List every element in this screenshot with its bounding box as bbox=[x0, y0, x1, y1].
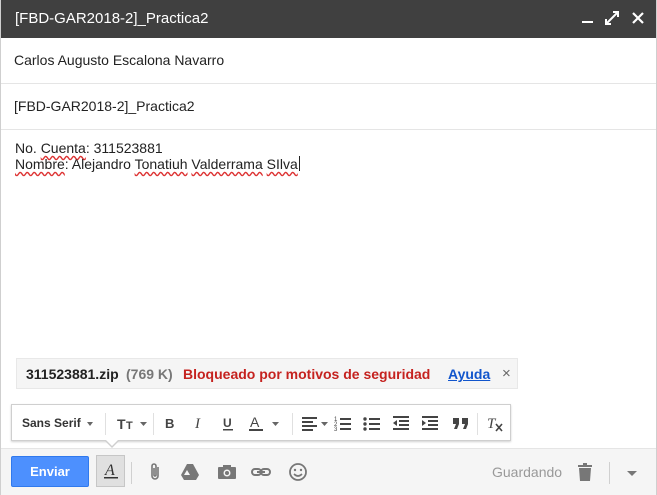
formatting-toolbar: Sans Serif TT B I U A 123 T bbox=[11, 404, 511, 441]
svg-text:A: A bbox=[250, 414, 260, 430]
more-options-icon[interactable] bbox=[625, 462, 639, 482]
spellcheck-word: Cuenta bbox=[40, 140, 86, 156]
text-color-icon[interactable]: A bbox=[248, 413, 280, 433]
subject-field[interactable]: [FBD-GAR2018-2]_Practica2 bbox=[1, 84, 656, 130]
attachment-filename: 311523881.zip bbox=[26, 366, 119, 382]
svg-text:T: T bbox=[126, 420, 133, 432]
title-bar: [FBD-GAR2018-2]_Practica2 bbox=[1, 0, 656, 38]
help-link[interactable]: Ayuda bbox=[448, 366, 490, 382]
spellcheck-word: Valderrama bbox=[191, 156, 263, 172]
align-icon[interactable] bbox=[301, 413, 329, 433]
bold-icon[interactable]: B bbox=[162, 413, 178, 433]
svg-text:T: T bbox=[117, 416, 126, 432]
numbered-list-icon[interactable]: 123 bbox=[334, 413, 352, 433]
bottom-bar: Enviar A Guardando bbox=[1, 448, 656, 495]
svg-text:T: T bbox=[487, 416, 497, 432]
font-family-select[interactable]: Sans Serif bbox=[22, 416, 94, 430]
svg-text:U: U bbox=[223, 416, 232, 430]
spellcheck-word: Nombre bbox=[15, 156, 65, 172]
attachment-blocked-status: Bloqueado por motivos de seguridad bbox=[183, 366, 431, 382]
saving-status: Guardando bbox=[492, 464, 563, 480]
font-size-icon[interactable]: TT bbox=[116, 413, 148, 433]
attachment-chip: 311523881.zip (769 K) Bloqueado por moti… bbox=[16, 358, 518, 389]
recipient-name: Carlos Augusto Escalona Navarro bbox=[14, 52, 225, 68]
discard-draft-icon[interactable] bbox=[576, 462, 594, 482]
quote-icon[interactable] bbox=[452, 413, 470, 433]
insert-link-icon[interactable] bbox=[251, 462, 271, 482]
minimize-icon[interactable] bbox=[578, 8, 598, 28]
bulleted-list-icon[interactable] bbox=[363, 413, 381, 433]
insert-emoji-icon[interactable] bbox=[288, 462, 308, 482]
send-button[interactable]: Enviar bbox=[11, 456, 89, 487]
to-field[interactable]: Carlos Augusto Escalona Navarro bbox=[1, 38, 656, 84]
toolbar-pointer bbox=[104, 439, 120, 448]
italic-icon[interactable]: I bbox=[191, 413, 207, 433]
drive-icon[interactable] bbox=[180, 462, 200, 482]
message-line-account: No. Cuenta: 311523881 bbox=[15, 140, 163, 156]
formatting-options-icon[interactable]: A bbox=[96, 455, 125, 487]
svg-text:B: B bbox=[165, 416, 174, 431]
window-title: [FBD-GAR2018-2]_Practica2 bbox=[15, 10, 209, 27]
svg-text:I: I bbox=[194, 416, 201, 432]
indent-more-icon[interactable] bbox=[421, 413, 439, 433]
subject-text: [FBD-GAR2018-2]_Practica2 bbox=[14, 98, 195, 114]
message-body[interactable]: No. Cuenta: 311523881 Nombre: Alejandro … bbox=[15, 140, 300, 172]
attachment-size: (769 K) bbox=[126, 366, 173, 382]
remove-attachment-icon[interactable]: × bbox=[502, 365, 511, 382]
remove-formatting-icon[interactable]: T bbox=[486, 413, 504, 433]
close-icon[interactable] bbox=[628, 8, 648, 28]
attach-file-icon[interactable] bbox=[147, 462, 163, 482]
text-cursor bbox=[298, 156, 300, 171]
indent-less-icon[interactable] bbox=[392, 413, 410, 433]
svg-text:A: A bbox=[104, 462, 115, 479]
message-line-name: Nombre: Alejandro Tonatiuh Valderrama SI… bbox=[15, 156, 300, 172]
popout-icon[interactable] bbox=[602, 8, 622, 28]
spellcheck-word: Tonatiuh bbox=[134, 156, 188, 172]
spellcheck-word: SIlva bbox=[266, 156, 298, 172]
compose-window: [FBD-GAR2018-2]_Practica2 Carlos Augusto… bbox=[0, 0, 657, 495]
underline-icon[interactable]: U bbox=[220, 413, 236, 433]
svg-text:3: 3 bbox=[334, 427, 338, 433]
insert-photo-icon[interactable] bbox=[217, 462, 237, 482]
